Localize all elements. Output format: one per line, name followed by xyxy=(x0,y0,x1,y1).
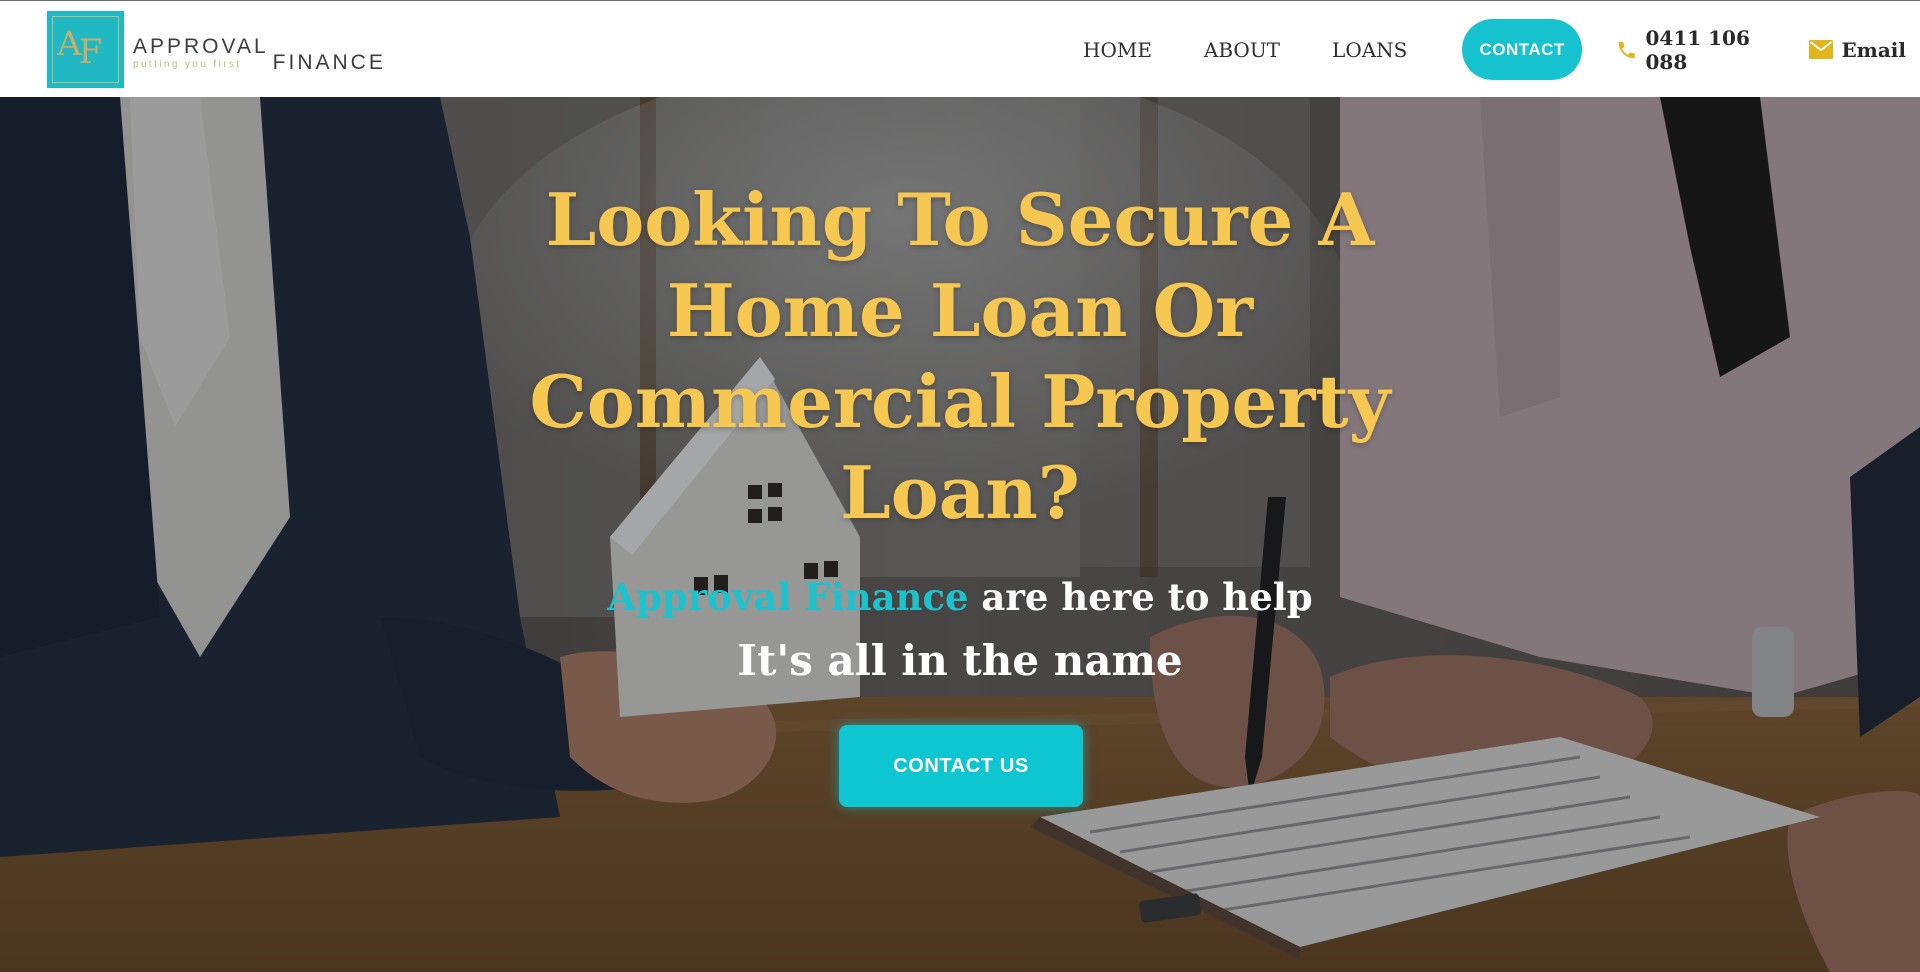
brand-wordmark: APPROVAL putting you first FINANCE xyxy=(133,35,386,74)
site-header: AF APPROVAL putting you first FINANCE HO… xyxy=(0,0,1920,97)
hero-subtitle-brand: Approval Finance xyxy=(607,575,969,619)
contact-us-button[interactable]: CONTACT US xyxy=(839,725,1083,807)
hero-subtitle: Approval Finance are here to help xyxy=(0,579,1920,616)
logo-monogram: AF xyxy=(57,24,102,72)
phone-link[interactable]: 0411 106 088 xyxy=(1616,26,1796,74)
hero-headline: Looking To Secure A Home Loan Or Commerc… xyxy=(529,177,1391,535)
brand-logo[interactable]: AF APPROVAL putting you first FINANCE xyxy=(47,11,386,88)
hero-subtitle-text: are here to help xyxy=(968,575,1313,619)
brand-word-approval: APPROVAL xyxy=(133,35,269,58)
hero-tagline: It's all in the name xyxy=(737,636,1183,685)
phone-number: 0411 106 088 xyxy=(1645,25,1750,74)
contact-button[interactable]: CONTACT xyxy=(1462,19,1582,80)
nav-home[interactable]: HOME xyxy=(1083,38,1152,62)
phone-icon xyxy=(1618,41,1635,58)
brand-tagline: putting you first xyxy=(133,59,242,70)
contact-info: 0411 106 088 Email xyxy=(1616,26,1920,74)
logo-mark: AF xyxy=(47,11,124,88)
nav-loans[interactable]: LOANS xyxy=(1332,38,1407,62)
brand-word-finance: FINANCE xyxy=(272,51,386,74)
hero-section: Looking To Secure A Home Loan Or Commerc… xyxy=(0,97,1920,972)
email-link[interactable]: Email xyxy=(1809,38,1906,62)
nav-about[interactable]: ABOUT xyxy=(1204,38,1280,62)
main-nav: HOME ABOUT LOANS CONTACT 0411 106 088 Em… xyxy=(1050,1,1920,98)
email-label: Email xyxy=(1841,37,1906,62)
envelope-icon xyxy=(1809,40,1834,59)
